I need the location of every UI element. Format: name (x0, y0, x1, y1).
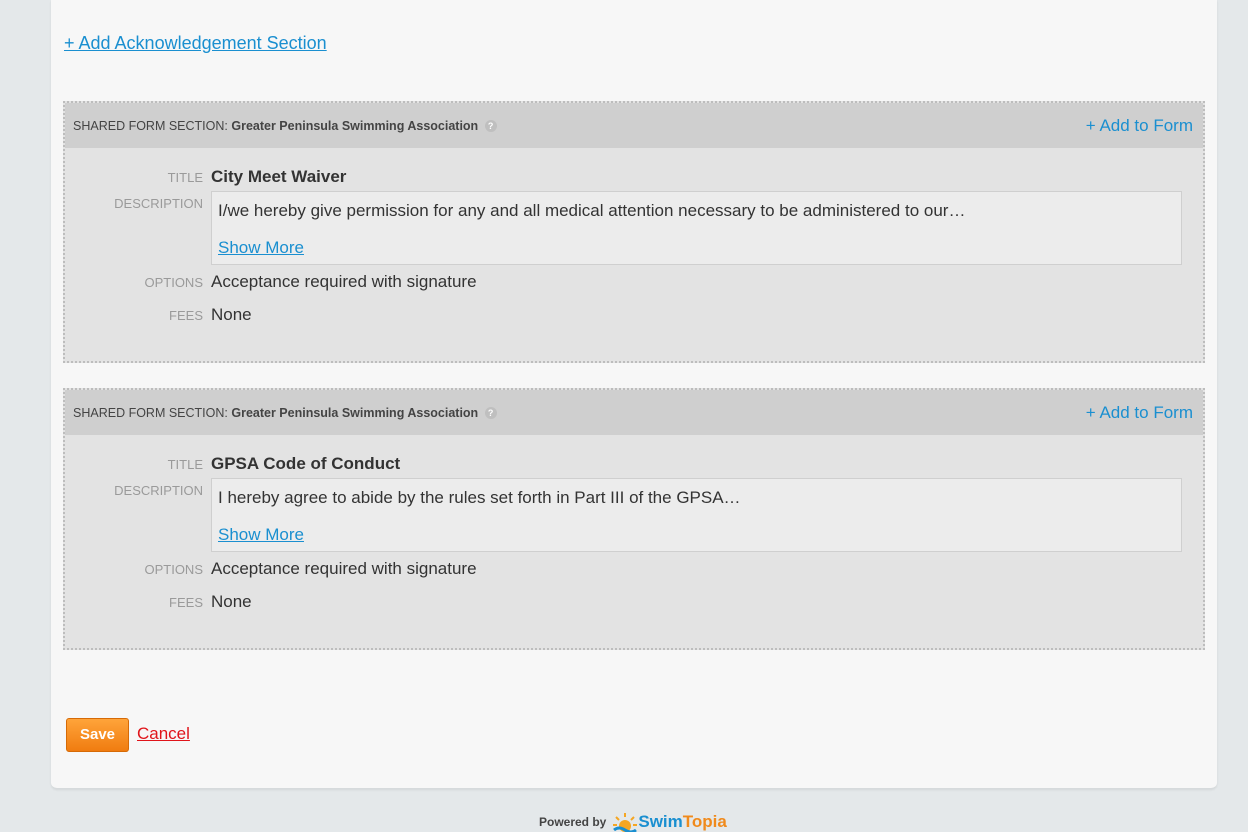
add-acknowledgement-section-link[interactable]: + Add Acknowledgement Section (64, 33, 327, 54)
title-row: TITLE GPSA Code of Conduct (65, 454, 1203, 474)
powered-by-footer: Powered by SwimTopia (539, 812, 727, 832)
description-box: I hereby agree to abide by the rules set… (211, 478, 1182, 552)
add-to-form-link[interactable]: + Add to Form (1086, 403, 1193, 423)
help-icon[interactable]: ? (484, 120, 497, 133)
section-title: GPSA Code of Conduct (211, 454, 401, 473)
description-text: I/we hereby give permission for any and … (218, 201, 966, 220)
logo-swim: Swim (638, 812, 683, 831)
section-header-text: SHARED FORM SECTION: Greater Peninsula S… (73, 119, 497, 133)
swimtopia-sun-icon (613, 813, 638, 832)
section-header-prefix: SHARED FORM SECTION: (73, 405, 228, 420)
description-label: DESCRIPTION (114, 196, 203, 211)
section-header: SHARED FORM SECTION: Greater Peninsula S… (65, 103, 1203, 148)
section-header-prefix: SHARED FORM SECTION: (73, 118, 228, 133)
title-label: TITLE (167, 170, 203, 185)
section-header-org: Greater Peninsula Swimming Association (231, 118, 479, 133)
description-label: DESCRIPTION (114, 483, 203, 498)
title-label: TITLE (167, 457, 203, 472)
show-more-link[interactable]: Show More (218, 238, 304, 258)
description-row: DESCRIPTION I/we hereby give permission … (65, 191, 1203, 265)
description-row: DESCRIPTION I hereby agree to abide by t… (65, 478, 1203, 552)
cancel-link[interactable]: Cancel (137, 724, 190, 744)
options-label: OPTIONS (144, 275, 203, 290)
save-button[interactable]: Save (66, 718, 129, 752)
options-row: OPTIONS Acceptance required with signatu… (65, 559, 1203, 579)
section-header-text: SHARED FORM SECTION: Greater Peninsula S… (73, 406, 497, 420)
fees-label: FEES (169, 308, 203, 323)
shared-form-section: SHARED FORM SECTION: Greater Peninsula S… (63, 101, 1205, 363)
section-header: SHARED FORM SECTION: Greater Peninsula S… (65, 390, 1203, 435)
add-to-form-link[interactable]: + Add to Form (1086, 116, 1193, 136)
section-title: City Meet Waiver (211, 167, 347, 186)
options-row: OPTIONS Acceptance required with signatu… (65, 272, 1203, 292)
fees-row: FEES None (65, 592, 1203, 612)
description-text: I hereby agree to abide by the rules set… (218, 488, 741, 507)
options-label: OPTIONS (144, 562, 203, 577)
swimtopia-logo[interactable]: SwimTopia (612, 812, 727, 832)
powered-by-text: Powered by (539, 815, 607, 829)
fees-label: FEES (169, 595, 203, 610)
title-row: TITLE City Meet Waiver (65, 167, 1203, 187)
logo-topia: Topia (682, 812, 727, 831)
fees-value: None (211, 592, 252, 611)
fees-row: FEES None (65, 305, 1203, 325)
section-header-org: Greater Peninsula Swimming Association (231, 405, 479, 420)
swimtopia-logo-text: SwimTopia (638, 812, 726, 832)
fees-value: None (211, 305, 252, 324)
description-box: I/we hereby give permission for any and … (211, 191, 1182, 265)
options-value: Acceptance required with signature (211, 559, 477, 578)
shared-form-section: SHARED FORM SECTION: Greater Peninsula S… (63, 388, 1205, 650)
options-value: Acceptance required with signature (211, 272, 477, 291)
show-more-link[interactable]: Show More (218, 525, 304, 545)
help-icon[interactable]: ? (484, 407, 497, 420)
